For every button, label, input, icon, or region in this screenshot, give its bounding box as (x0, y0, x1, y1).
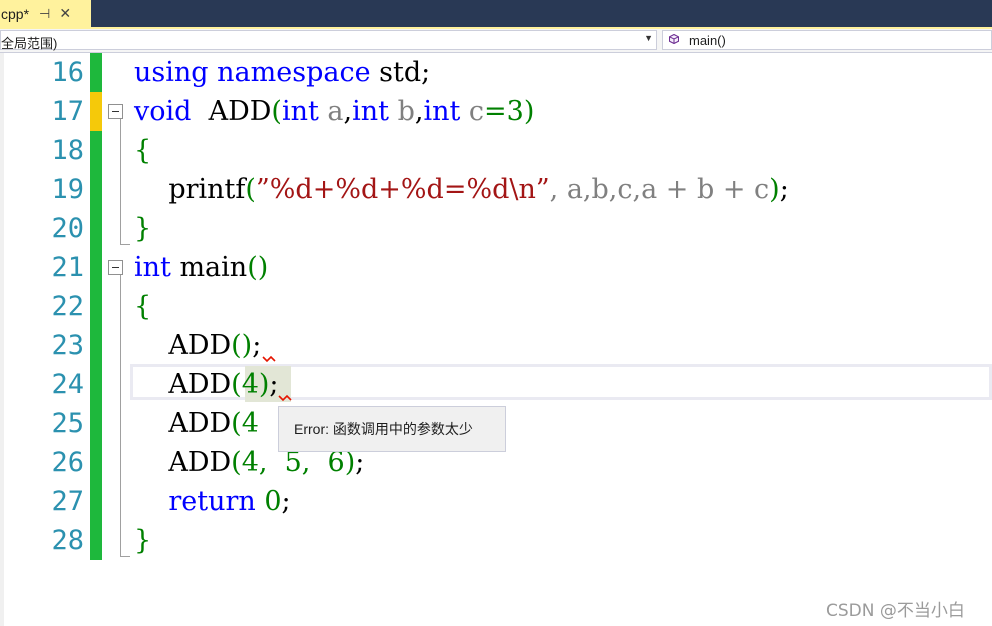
parameter: b (388, 96, 415, 127)
function-name: main (170, 252, 248, 283)
scope-dropdown[interactable]: 全局范围) ▼ (0, 30, 657, 51)
close-icon[interactable]: ✕ (59, 5, 71, 22)
paren: () (247, 252, 269, 283)
line-number: 22 (51, 291, 84, 322)
line-number: 21 (51, 252, 84, 283)
watermark: CSDN @不当小白 (826, 601, 965, 621)
code-line: { (134, 287, 151, 326)
line-number: 18 (51, 135, 84, 166)
error-tooltip: Error: 函数调用中的参数太少 (278, 406, 506, 452)
function-name: printf (168, 174, 246, 205)
code-line: printf(”%d+%d+%d=%d\n”, a,b,c,a + b + c)… (134, 170, 789, 209)
code-line: return 0; (134, 482, 291, 521)
keyword: namespace (217, 57, 371, 88)
line-number: 19 (51, 174, 84, 205)
tab-filename: cpp* (1, 5, 30, 22)
unsaved-change-marker (90, 92, 102, 131)
line-number: 20 (51, 213, 84, 244)
saved-change-marker (90, 131, 102, 560)
parameter: a (318, 96, 344, 127)
function-name: ADD (168, 369, 232, 400)
brace: { (134, 135, 152, 166)
scope-value: 全局范围) (1, 36, 58, 51)
chevron-down-icon[interactable]: ▼ (644, 33, 653, 43)
method-cube-icon (669, 34, 679, 44)
paren: ( (231, 447, 242, 478)
navigation-bar: 全局范围) ▼ main() (0, 29, 992, 53)
argument: 4 (241, 408, 259, 439)
editor-left-margin (0, 53, 4, 626)
paren: ( (231, 369, 242, 400)
error-squiggle[interactable] (262, 355, 276, 365)
argument: 4 (241, 369, 259, 400)
outline-guide (120, 119, 121, 244)
keyword: int (281, 96, 319, 127)
number-literal: 0 (255, 486, 282, 517)
line-number: 23 (51, 330, 84, 361)
line-number: 26 (51, 447, 84, 478)
keyword: int (423, 96, 461, 127)
paren: ) (523, 96, 535, 127)
outline-guide (120, 275, 121, 556)
function-name: ADD (168, 447, 232, 478)
semicolon: ; (252, 330, 262, 361)
error-message: Error: 函数调用中的参数太少 (294, 421, 473, 437)
collapse-toggle[interactable] (108, 260, 123, 275)
error-squiggle[interactable] (278, 394, 292, 404)
brace: { (134, 291, 152, 322)
arguments: , a,b,c,a + b + c (549, 174, 770, 205)
semicolon: ; (281, 486, 291, 517)
document-tab[interactable]: cpp* ⊣ ✕ (0, 0, 91, 27)
keyword: void (134, 96, 192, 127)
brace: } (134, 213, 152, 244)
keyword: int (352, 96, 389, 127)
member-dropdown[interactable]: main() (662, 30, 992, 50)
line-number: 17 (51, 96, 84, 127)
code-editor[interactable]: 16 17 18 19 20 21 22 23 24 25 26 27 28 u… (0, 53, 992, 626)
line-number: 28 (51, 525, 84, 556)
paren: ( (245, 174, 256, 205)
keyword: int (134, 252, 171, 283)
string-literal: ”%d+%d+%d=%d\n” (255, 174, 550, 205)
code-line: int main() (134, 248, 268, 287)
paren: ) (769, 174, 780, 205)
outline-guide-end (120, 556, 130, 557)
line-number: 25 (51, 408, 84, 439)
code-line: } (134, 209, 151, 248)
code-line: { (134, 131, 151, 170)
pin-icon[interactable]: ⊣ (39, 6, 50, 22)
line-number: 27 (51, 486, 84, 517)
code-line: } (134, 521, 151, 560)
code-line: using namespace std; (134, 53, 430, 92)
paren: ) (258, 369, 270, 400)
default-value: =3 (484, 96, 524, 127)
collapse-toggle[interactable] (108, 104, 123, 119)
semicolon: ; (779, 174, 789, 205)
parameter: c (460, 96, 485, 127)
code-line: ADD(4 (134, 404, 259, 443)
line-number: 24 (51, 369, 84, 400)
code-line: ADD(4); (134, 365, 278, 404)
keyword: using (134, 57, 209, 88)
brace: } (134, 525, 152, 556)
function-name: ADD (191, 96, 272, 127)
function-name: ADD (168, 330, 232, 361)
saved-change-marker (90, 53, 102, 92)
code-line: void ADD(int a,int b,int c=3) (134, 92, 534, 131)
comma: , (343, 96, 353, 127)
code-line: ADD(); (134, 326, 261, 365)
function-name: ADD (168, 408, 232, 439)
paren: ( (231, 408, 242, 439)
paren: () (231, 330, 253, 361)
keyword: return (168, 486, 256, 517)
member-value: main() (689, 33, 726, 48)
outline-guide-end (120, 244, 130, 245)
code-text: std; (370, 57, 431, 88)
document-tab-bar: cpp* ⊣ ✕ (0, 0, 992, 27)
line-number: 16 (51, 57, 84, 88)
paren: ( (271, 96, 282, 127)
